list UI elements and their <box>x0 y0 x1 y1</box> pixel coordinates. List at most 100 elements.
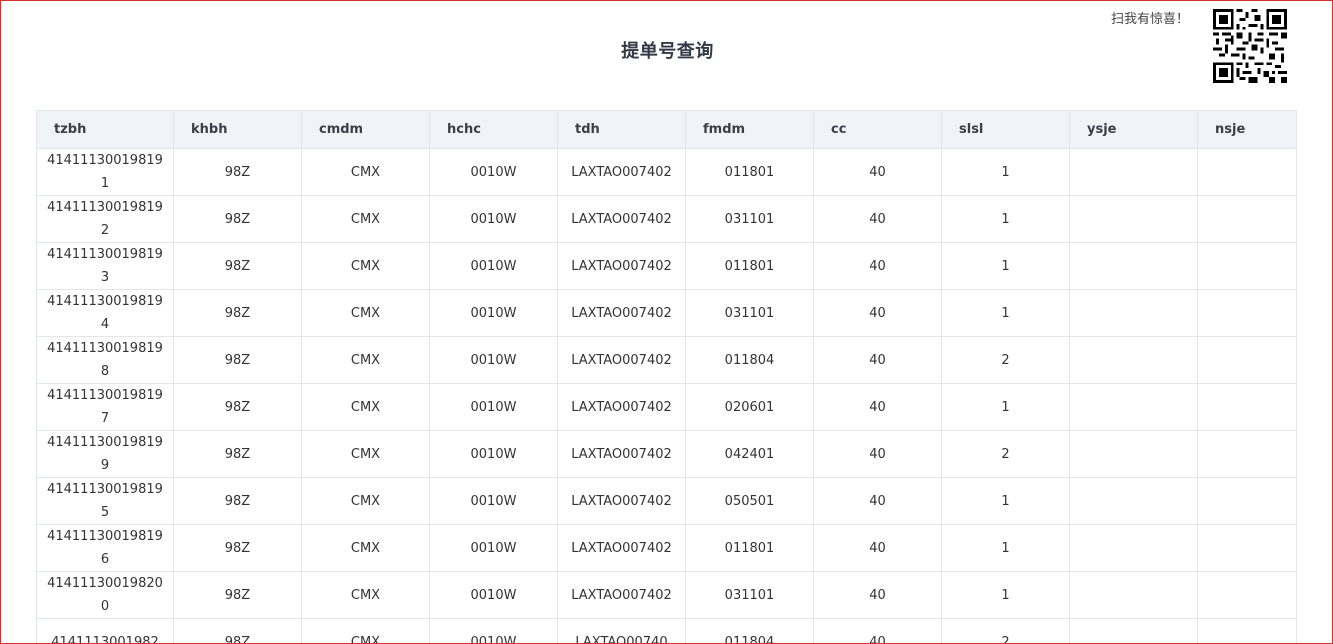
column-header-tzbh[interactable]: tzbh <box>36 110 174 149</box>
cell-fmdm: 011801 <box>685 524 814 572</box>
cell-tzbh: 414111300198194 <box>36 289 174 337</box>
cell-tdh: LAXTAO007402 <box>557 336 686 384</box>
cell-slsl: 1 <box>941 571 1070 619</box>
table-row[interactable]: 4141113001982 98Z CMX 0010W LAXTAO00740 01180… <box>36 618 1297 643</box>
cell-hchc: 0010W <box>429 571 558 619</box>
cell-khbh: 98Z <box>173 571 302 619</box>
cell-ysje <box>1069 148 1198 196</box>
table-row[interactable]: 414111300198200 98Z CMX 0010W LAXTAO007402 03… <box>36 571 1297 619</box>
table-row[interactable]: 414111300198198 98Z CMX 0010W LAXTAO007402 01… <box>36 336 1297 384</box>
cell-fmdm: 031101 <box>685 289 814 337</box>
table-row[interactable]: 414111300198192 98Z CMX 0010W LAXTAO007402 03… <box>36 195 1297 243</box>
cell-cc: 40 <box>813 430 942 478</box>
cell-nsje <box>1197 242 1297 290</box>
cell-khbh: 98Z <box>173 336 302 384</box>
cell-fmdm: 011801 <box>685 148 814 196</box>
cell-fmdm: 031101 <box>685 571 814 619</box>
cell-tzbh: 414111300198199 <box>36 430 174 478</box>
cell-ysje <box>1069 242 1198 290</box>
cell-tdh: LAXTAO007402 <box>557 524 686 572</box>
cell-tdh: LAXTAO00740 <box>557 618 686 643</box>
cell-cmdm: CMX <box>301 195 430 243</box>
cell-ysje <box>1069 618 1198 643</box>
column-header-cmdm[interactable]: cmdm <box>301 110 430 149</box>
column-header-hchc[interactable]: hchc <box>429 110 558 149</box>
cell-slsl: 2 <box>941 430 1070 478</box>
cell-tzbh: 414111300198197 <box>36 383 174 431</box>
cell-ysje <box>1069 336 1198 384</box>
table-row[interactable]: 414111300198196 98Z CMX 0010W LAXTAO007402 01… <box>36 524 1297 572</box>
cell-ysje <box>1069 383 1198 431</box>
cell-hchc: 0010W <box>429 195 558 243</box>
table-row[interactable]: 414111300198194 98Z CMX 0010W LAXTAO007402 03… <box>36 289 1297 337</box>
cell-tdh: LAXTAO007402 <box>557 383 686 431</box>
table-row[interactable]: 414111300198193 98Z CMX 0010W LAXTAO007402 01… <box>36 242 1297 290</box>
cell-tzbh: 414111300198192 <box>36 195 174 243</box>
cell-tzbh: 414111300198191 <box>36 148 174 196</box>
cell-tzbh: 414111300198195 <box>36 477 174 525</box>
table-row[interactable]: 414111300198195 98Z CMX 0010W LAXTAO007402 05… <box>36 477 1297 525</box>
table-row[interactable]: 414111300198197 98Z CMX 0010W LAXTAO007402 02… <box>36 383 1297 431</box>
cell-cmdm: CMX <box>301 289 430 337</box>
cell-hchc: 0010W <box>429 289 558 337</box>
cell-nsje <box>1197 289 1297 337</box>
cell-slsl: 1 <box>941 477 1070 525</box>
cell-cmdm: CMX <box>301 336 430 384</box>
cell-khbh: 98Z <box>173 289 302 337</box>
cell-tdh: LAXTAO007402 <box>557 477 686 525</box>
cell-slsl: 1 <box>941 289 1070 337</box>
table-body: 414111300198191 98Z CMX 0010W LAXTAO007402 01… <box>36 148 1297 643</box>
cell-hchc: 0010W <box>429 336 558 384</box>
cell-cmdm: CMX <box>301 148 430 196</box>
column-header-cc[interactable]: cc <box>813 110 942 149</box>
cell-cmdm: CMX <box>301 477 430 525</box>
cell-fmdm: 011804 <box>685 336 814 384</box>
cell-nsje <box>1197 383 1297 431</box>
promo-text: 扫我有惊喜！ <box>1111 12 1190 27</box>
table-row[interactable]: 414111300198199 98Z CMX 0010W LAXTAO007402 04… <box>36 430 1297 478</box>
cell-cmdm: CMX <box>301 383 430 431</box>
cell-tzbh: 414111300198196 <box>36 524 174 572</box>
cell-nsje <box>1197 524 1297 572</box>
cell-hchc: 0010W <box>429 148 558 196</box>
column-header-ysje[interactable]: ysje <box>1069 110 1198 149</box>
cell-cc: 40 <box>813 336 942 384</box>
cell-khbh: 98Z <box>173 618 302 643</box>
column-header-slsl[interactable]: slsl <box>941 110 1070 149</box>
results-table-container: tzbh khbh cmdm hchc tdh fmdm cc slsl ysj… <box>36 110 1297 643</box>
cell-fmdm: 050501 <box>685 477 814 525</box>
cell-nsje <box>1197 195 1297 243</box>
table-row[interactable]: 414111300198191 98Z CMX 0010W LAXTAO007402 01… <box>36 148 1297 196</box>
cell-nsje <box>1197 148 1297 196</box>
page-title: 提单号查询 <box>621 41 714 62</box>
cell-hchc: 0010W <box>429 430 558 478</box>
cell-cmdm: CMX <box>301 524 430 572</box>
cell-fmdm: 031101 <box>685 195 814 243</box>
cell-nsje <box>1197 571 1297 619</box>
qr-code-icon[interactable] <box>1213 9 1287 83</box>
column-header-fmdm[interactable]: fmdm <box>685 110 814 149</box>
page-frame: 提单号查询 扫我有惊喜！ tzbh khbh cmdm hchc tdh fmd… <box>0 0 1333 644</box>
cell-khbh: 98Z <box>173 430 302 478</box>
column-header-khbh[interactable]: khbh <box>173 110 302 149</box>
cell-nsje <box>1197 430 1297 478</box>
cell-tdh: LAXTAO007402 <box>557 195 686 243</box>
cell-slsl: 1 <box>941 242 1070 290</box>
cell-fmdm: 011801 <box>685 242 814 290</box>
cell-khbh: 98Z <box>173 477 302 525</box>
cell-tzbh: 414111300198193 <box>36 242 174 290</box>
cell-cc: 40 <box>813 289 942 337</box>
column-header-tdh[interactable]: tdh <box>557 110 686 149</box>
cell-cmdm: CMX <box>301 430 430 478</box>
cell-slsl: 1 <box>941 195 1070 243</box>
cell-cc: 40 <box>813 195 942 243</box>
column-header-nsje[interactable]: nsje <box>1197 110 1297 149</box>
cell-slsl: 2 <box>941 336 1070 384</box>
cell-slsl: 1 <box>941 524 1070 572</box>
cell-khbh: 98Z <box>173 148 302 196</box>
cell-hchc: 0010W <box>429 383 558 431</box>
cell-tzbh: 414111300198200 <box>36 571 174 619</box>
cell-cc: 40 <box>813 524 942 572</box>
cell-hchc: 0010W <box>429 618 558 643</box>
cell-tdh: LAXTAO007402 <box>557 289 686 337</box>
